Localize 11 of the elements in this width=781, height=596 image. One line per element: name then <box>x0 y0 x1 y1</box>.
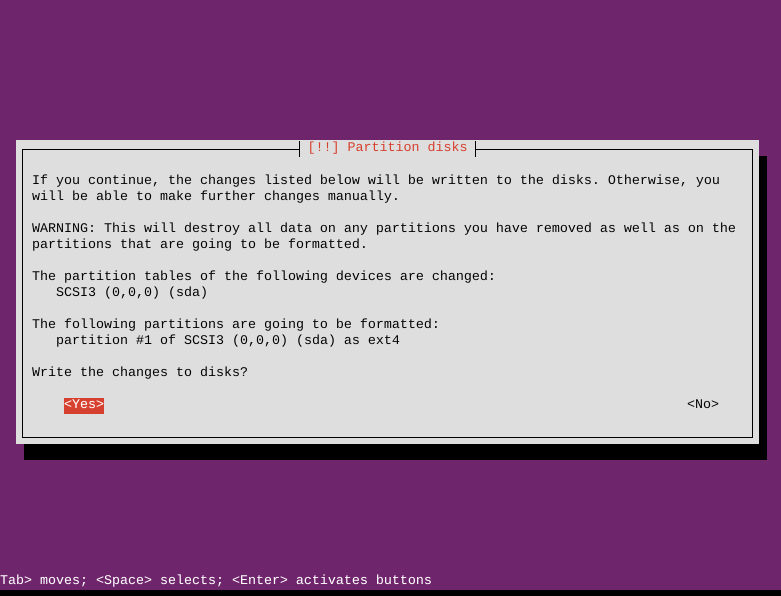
device-item: SCSI3 (0,0,0) (sda) <box>55 286 209 302</box>
dialog-button[interactable]: <Yes> <box>64 398 104 414</box>
device-item: partition #1 of SCSI3 (0,0,0) (sda) as ext4 <box>55 334 401 350</box>
message-text: The following partitions are going to be formatted: <box>32 318 441 334</box>
message-text: The partition tables of the following devices are changed: <box>32 270 497 286</box>
dialog-button[interactable]: <No> <box>687 398 719 414</box>
message-text: Write the changes to disks? <box>32 366 249 382</box>
dialog-title: [!!] Partition disks <box>298 141 476 157</box>
status-text: Tab> moves; <Space> selects; <Enter> activates buttons <box>0 574 433 590</box>
message-text: If you continue, the changes listed below will be written to the disks. Otherwise, you will be able to make further changes manually. <box>32 174 721 206</box>
message-text: WARNING: This will destroy all data on any partitions you have removed as well as on the partitions that are going to be formatted. <box>32 222 737 254</box>
